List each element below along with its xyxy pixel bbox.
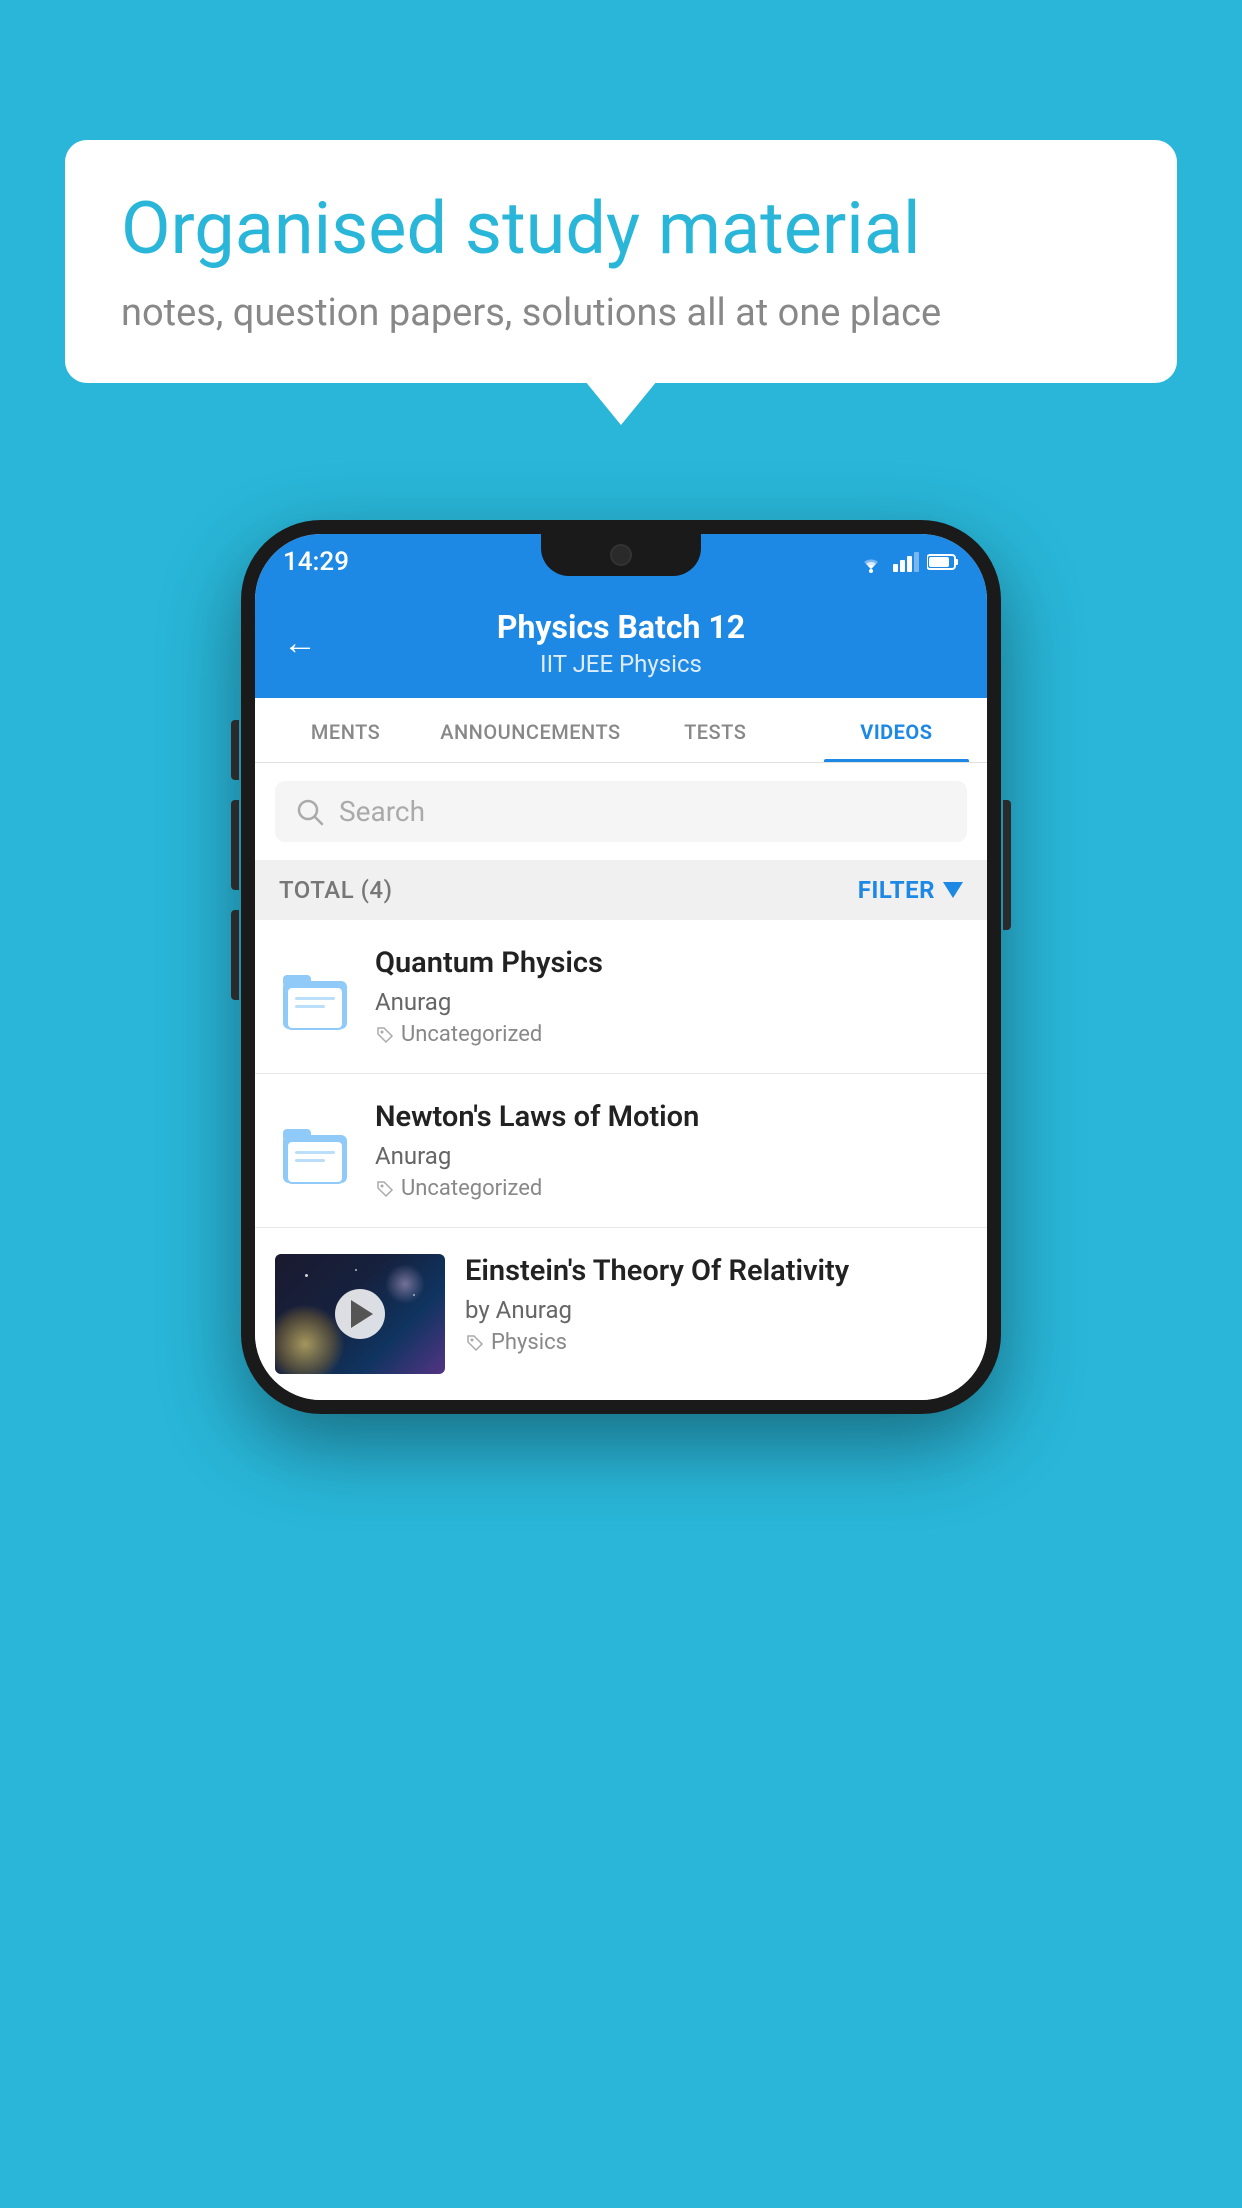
phone-button-right — [1003, 800, 1011, 930]
phone-notch — [541, 534, 701, 576]
tag-icon-2 — [375, 1179, 395, 1199]
video-list: Quantum Physics Anurag Uncategorized — [255, 920, 987, 1400]
bubble-subtitle: notes, question papers, solutions all at… — [121, 291, 1121, 335]
tab-tests[interactable]: TESTS — [625, 698, 806, 762]
filter-button[interactable]: FILTER — [858, 876, 963, 904]
star — [413, 1294, 415, 1296]
header-title: Physics Batch 12 — [337, 608, 905, 646]
orb-decoration-2 — [385, 1264, 425, 1304]
video-item-author: Anurag — [375, 988, 967, 1016]
phone-button-left1 — [231, 720, 239, 780]
speech-bubble: Organised study material notes, question… — [65, 140, 1177, 383]
header-subtitle: IIT JEE Physics — [337, 650, 905, 678]
tag-icon-3 — [465, 1333, 485, 1353]
list-item[interactable]: Newton's Laws of Motion Anurag Uncategor… — [255, 1074, 987, 1228]
folder-icon — [281, 961, 349, 1033]
battery-icon — [927, 553, 959, 571]
tag-icon — [375, 1025, 395, 1045]
phone-screen: 14:29 — [255, 534, 987, 1400]
video-item-info-2: Newton's Laws of Motion Anurag Uncategor… — [375, 1100, 967, 1201]
list-item[interactable]: Einstein's Theory Of Relativity by Anura… — [255, 1228, 987, 1400]
back-button[interactable]: ← — [283, 623, 317, 663]
bubble-title: Organised study material — [121, 188, 1121, 271]
video-item-title-3: Einstein's Theory Of Relativity — [465, 1254, 967, 1288]
list-item[interactable]: Quantum Physics Anurag Uncategorized — [255, 920, 987, 1074]
video-item-tag-2: Uncategorized — [375, 1176, 967, 1201]
phone-camera — [610, 544, 632, 566]
tab-ments[interactable]: MENTS — [255, 698, 436, 762]
search-bar-container: Search — [255, 763, 987, 860]
play-button[interactable] — [335, 1289, 385, 1339]
video-folder-icon — [275, 957, 355, 1037]
phone: 14:29 — [241, 520, 1001, 1414]
video-item-tag: Uncategorized — [375, 1022, 967, 1047]
search-icon — [295, 797, 325, 827]
video-item-info-3: Einstein's Theory Of Relativity by Anura… — [465, 1254, 967, 1355]
folder-icon-2 — [281, 1115, 349, 1187]
filter-icon — [943, 882, 963, 898]
video-item-tag-label-3: Physics — [491, 1330, 567, 1355]
video-item-tag-label-2: Uncategorized — [401, 1176, 542, 1201]
video-item-tag-3: Physics — [465, 1330, 967, 1355]
filter-label: FILTER — [858, 876, 935, 904]
video-item-title: Quantum Physics — [375, 946, 967, 980]
wifi-icon — [857, 551, 885, 573]
search-bar[interactable]: Search — [275, 781, 967, 842]
tabs-container: MENTS ANNOUNCEMENTS TESTS VIDEOS — [255, 698, 987, 763]
phone-wrapper: 14:29 — [241, 520, 1001, 1414]
video-item-author-3: by Anurag — [465, 1296, 967, 1324]
header-title-group: Physics Batch 12 IIT JEE Physics — [337, 608, 905, 678]
tab-videos[interactable]: VIDEOS — [806, 698, 987, 762]
video-item-tag-label: Uncategorized — [401, 1022, 542, 1047]
video-thumbnail — [275, 1254, 445, 1374]
total-count-label: TOTAL (4) — [279, 876, 392, 904]
star — [305, 1274, 308, 1277]
filter-bar: TOTAL (4) FILTER — [255, 860, 987, 920]
status-icons — [857, 551, 959, 573]
app-header: ← Physics Batch 12 IIT JEE Physics — [255, 590, 987, 698]
star — [355, 1269, 357, 1271]
search-input-placeholder[interactable]: Search — [339, 795, 425, 828]
speech-bubble-container: Organised study material notes, question… — [65, 140, 1177, 383]
video-item-author-2: Anurag — [375, 1142, 967, 1170]
phone-button-left3 — [231, 910, 239, 1000]
tab-announcements[interactable]: ANNOUNCEMENTS — [436, 698, 624, 762]
play-icon — [351, 1300, 373, 1328]
status-time: 14:29 — [283, 547, 349, 577]
video-item-info: Quantum Physics Anurag Uncategorized — [375, 946, 967, 1047]
video-folder-icon-2 — [275, 1111, 355, 1191]
phone-button-left2 — [231, 800, 239, 890]
video-item-title-2: Newton's Laws of Motion — [375, 1100, 967, 1134]
signal-bars-icon — [893, 552, 919, 572]
